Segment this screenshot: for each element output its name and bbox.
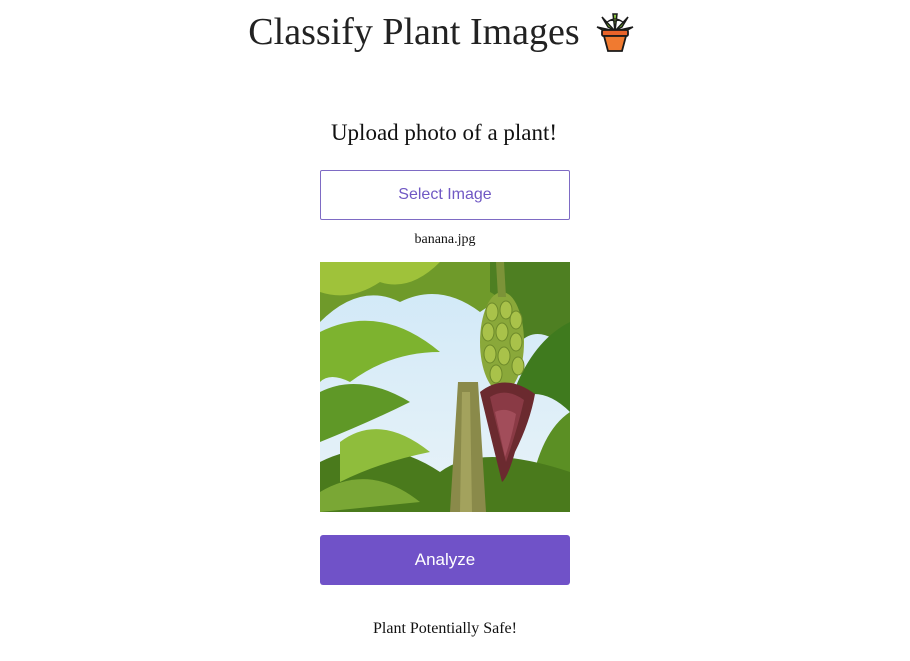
classification-result: Plant Potentially Safe! (373, 620, 517, 637)
selected-file-name: banana.jpg (414, 232, 476, 247)
analyze-button[interactable]: Analyze (320, 535, 570, 585)
page-title: Classify Plant Images (248, 11, 580, 53)
upload-prompt: Upload photo of a plant! (330, 120, 558, 145)
header: Classify Plant Images (0, 8, 884, 56)
image-preview (320, 262, 570, 512)
select-image-button[interactable]: Select Image (320, 170, 570, 220)
app-page: Classify Plant Images Upload photo of a … (0, 0, 910, 661)
potted-palm-icon (594, 11, 636, 53)
